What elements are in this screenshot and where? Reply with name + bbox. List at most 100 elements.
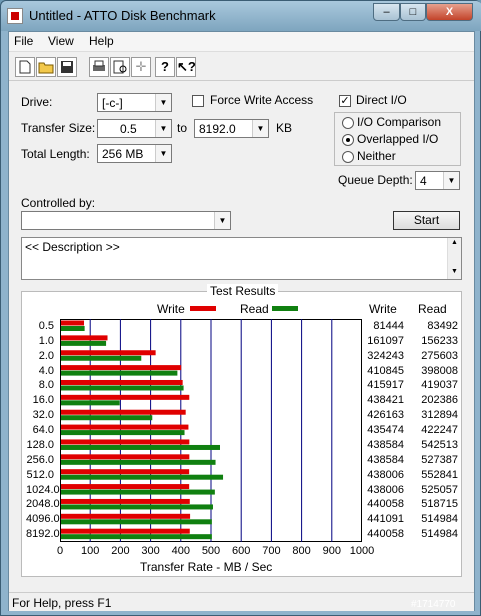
controlled-by-select[interactable]: ▼ xyxy=(21,211,231,230)
read-bar xyxy=(61,415,153,421)
chevron-down-icon[interactable]: ▼ xyxy=(155,94,171,111)
print-preview-icon[interactable] xyxy=(110,57,130,77)
new-icon[interactable] xyxy=(15,57,35,77)
read-bar xyxy=(61,519,212,525)
transfer-size-row-label: 256.0 xyxy=(26,453,54,466)
transfer-size-row-label: 4.0 xyxy=(38,364,54,377)
context-help-icon[interactable]: ↖? xyxy=(176,57,196,77)
read-value: 275603 xyxy=(421,349,458,362)
force-write-label: Force Write Access xyxy=(210,93,314,107)
start-button[interactable]: Start xyxy=(393,211,460,230)
write-value: 435474 xyxy=(367,424,404,437)
read-bar xyxy=(61,385,184,391)
scroll-down-icon[interactable]: ▼ xyxy=(451,268,458,275)
write-value: 440058 xyxy=(367,528,404,541)
write-value: 438421 xyxy=(367,394,404,407)
status-bar: For Help, press F1 xyxy=(9,592,474,611)
io-mode-group: I/O Comparison Overlapped I/O Neither xyxy=(334,112,461,166)
app-window: Untitled - ATTO Disk Benchmark – □ X Fil… xyxy=(0,0,481,616)
chevron-down-icon[interactable]: ▼ xyxy=(252,120,268,137)
overlapped-io-label: Overlapped I/O xyxy=(357,132,439,146)
x-tick-label: 900 xyxy=(322,545,341,557)
write-bar xyxy=(61,439,190,445)
drive-select[interactable]: [-c-] ▼ xyxy=(97,93,172,112)
transfer-size-label: Transfer Size: xyxy=(21,121,96,135)
description-box[interactable]: << Description >> ▲ ▼ xyxy=(21,237,462,280)
menu-view[interactable]: View xyxy=(48,34,74,48)
write-bar xyxy=(61,469,190,475)
menu-bar: File View Help xyxy=(9,32,474,52)
read-bar xyxy=(61,400,120,406)
x-tick-label: 300 xyxy=(141,545,160,557)
controlled-by-label: Controlled by: xyxy=(21,196,96,210)
read-bar xyxy=(61,474,224,480)
write-bar xyxy=(61,320,85,326)
transfer-size-row-label: 16.0 xyxy=(32,394,54,407)
x-tick-label: 500 xyxy=(201,545,221,557)
x-tick-label: 0 xyxy=(56,545,64,557)
read-value: 312894 xyxy=(421,409,458,422)
write-bar xyxy=(61,350,156,356)
transfer-from-select[interactable]: 0.5 ▼ xyxy=(97,119,172,138)
scroll-up-icon[interactable]: ▲ xyxy=(451,239,458,246)
maximize-button[interactable]: □ xyxy=(400,3,426,21)
minimize-button[interactable]: – xyxy=(373,3,400,21)
chevron-down-icon[interactable]: ▼ xyxy=(214,212,230,229)
transfer-size-row-label: 1.0 xyxy=(38,334,54,347)
x-tick-label: 600 xyxy=(232,545,251,557)
menu-help[interactable]: Help xyxy=(89,34,114,48)
write-value: 324243 xyxy=(367,349,404,362)
x-tick-label: 400 xyxy=(171,545,190,557)
x-tick-label: 100 xyxy=(81,545,100,557)
write-bar xyxy=(61,394,190,400)
chevron-down-icon[interactable]: ▼ xyxy=(155,120,171,137)
queue-depth-select[interactable]: 4 ▼ xyxy=(415,171,460,190)
write-bar xyxy=(61,498,190,504)
transfer-to-label: to xyxy=(177,121,188,135)
read-bar xyxy=(61,326,85,331)
read-bar xyxy=(61,444,220,450)
total-length-select[interactable]: 256 MB ▼ xyxy=(97,144,172,163)
description-scrollbar[interactable]: ▲ ▼ xyxy=(447,238,461,279)
read-column-header: Read xyxy=(418,302,447,316)
open-folder-icon[interactable] xyxy=(36,57,56,77)
transfer-size-row-label: 2048.0 xyxy=(26,498,60,511)
write-legend-label: Write xyxy=(157,302,185,316)
neither-radio[interactable] xyxy=(342,151,354,163)
status-text: For Help, press F1 xyxy=(12,596,112,610)
force-write-checkbox[interactable] xyxy=(192,95,204,107)
write-value: 438006 xyxy=(367,468,404,481)
menu-file[interactable]: File xyxy=(14,34,33,48)
print-icon[interactable] xyxy=(89,57,109,77)
write-bar xyxy=(61,454,190,460)
write-bar xyxy=(61,424,189,430)
x-tick-label: 200 xyxy=(111,545,130,557)
atto-app-icon xyxy=(7,8,23,24)
transfer-size-row-label: 4096.0 xyxy=(26,513,60,526)
io-comparison-radio[interactable] xyxy=(342,117,354,129)
watermark-text: #1714770 xyxy=(411,599,456,610)
close-button[interactable]: X xyxy=(426,3,473,21)
write-value: 438584 xyxy=(367,453,404,466)
direct-io-checkbox[interactable]: ✓ xyxy=(339,95,351,107)
write-bar xyxy=(61,335,108,341)
x-tick-label: 700 xyxy=(262,545,281,557)
help-icon[interactable]: ? xyxy=(155,57,175,77)
transfer-size-row-label: 512.0 xyxy=(26,468,54,481)
read-value: 525057 xyxy=(421,483,458,496)
write-bar xyxy=(61,528,190,534)
client-area: File View Help ✛ ? ↖? Drive: [-c-] ▼ For… xyxy=(8,31,475,611)
write-value: 441091 xyxy=(367,513,404,526)
read-value: 398008 xyxy=(421,364,458,377)
overlapped-io-radio[interactable] xyxy=(342,134,354,146)
write-bar xyxy=(61,365,182,371)
transfer-to-select[interactable]: 8192.0 ▼ xyxy=(194,119,269,138)
move-icon[interactable]: ✛ xyxy=(131,57,151,77)
chevron-down-icon[interactable]: ▼ xyxy=(155,145,171,162)
save-icon[interactable] xyxy=(57,57,77,77)
transfer-from-value: 0.5 xyxy=(120,122,137,136)
read-bar xyxy=(61,340,107,346)
title-bar[interactable]: Untitled - ATTO Disk Benchmark – □ X xyxy=(1,1,481,31)
chevron-down-icon[interactable]: ▼ xyxy=(443,172,459,189)
test-results-panel: Test Results Write Read Write Read 0.5 1.… xyxy=(21,284,462,577)
